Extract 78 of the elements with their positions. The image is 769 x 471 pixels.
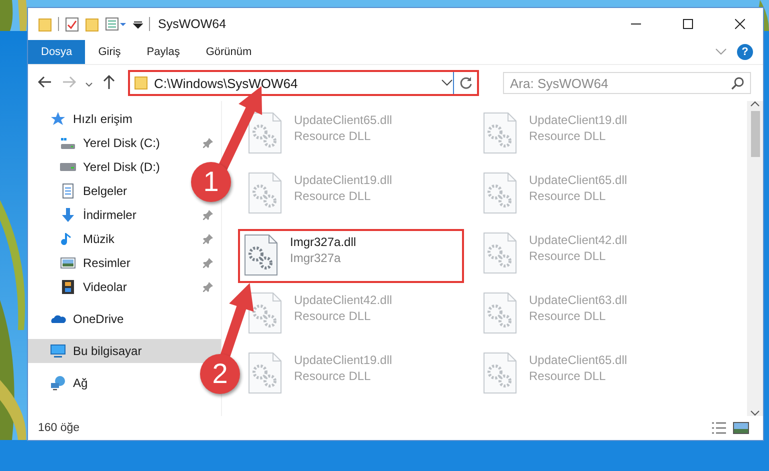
sidebar-item[interactable]: Yerel Disk (C:) — [28, 131, 221, 155]
file-description: Resource DLL — [294, 188, 372, 204]
file-item[interactable]: Imgr327a.dll Imgr327a — [238, 229, 464, 283]
gear-file-icon[interactable] — [248, 172, 282, 214]
dropdown-icon[interactable] — [441, 79, 453, 87]
sidebar-item[interactable]: OneDrive — [28, 307, 132, 331]
sidebar-item[interactable]: Ağ — [28, 371, 96, 395]
ribbon-tab[interactable]: Dosya — [28, 40, 86, 64]
gear-file-icon[interactable] — [483, 352, 517, 394]
computer-icon — [50, 343, 66, 359]
file-name: UpdateClient65.dll — [529, 172, 628, 188]
back-arrow-icon — [37, 74, 53, 90]
gear-file-icon[interactable] — [483, 292, 517, 334]
ribbon-tab[interactable]: Giriş — [85, 40, 134, 64]
pin-icon[interactable] — [203, 258, 213, 268]
file-description: Resource DLL — [529, 368, 607, 384]
ribbon-tab[interactable]: Paylaş — [134, 40, 193, 64]
file-name: UpdateClient19.dll — [529, 112, 628, 128]
star-icon — [50, 111, 66, 127]
file-description: Resource DLL — [529, 128, 607, 144]
chevron-down-icon — [85, 82, 93, 88]
ribbon-tab[interactable]: Görünüm — [192, 40, 265, 64]
help-button[interactable]: ? — [737, 44, 753, 60]
gear-file-icon[interactable] — [483, 232, 517, 274]
gear-file-icon[interactable] — [483, 112, 517, 154]
gear-file-icon[interactable] — [248, 112, 282, 154]
scroll-down-icon[interactable] — [750, 410, 760, 416]
file-name: UpdateClient19.dll — [294, 172, 392, 188]
file-description: Resource DLL — [529, 188, 607, 204]
file-description: Imgr327a — [290, 250, 342, 266]
gear-file-icon[interactable] — [248, 292, 282, 334]
sidebar-item[interactable]: Yerel Disk (D:) — [28, 155, 168, 179]
search-icon[interactable] — [731, 77, 744, 90]
file-name: UpdateClient63.dll — [529, 292, 628, 308]
file-description: Resource DLL — [294, 128, 372, 144]
gear-file-icon[interactable] — [483, 172, 517, 214]
network-icon — [50, 375, 66, 391]
gear-file-icon[interactable] — [248, 352, 282, 394]
expand-ribbon-icon[interactable] — [715, 48, 727, 56]
pin-icon[interactable] — [203, 210, 213, 220]
file-name: UpdateClient42.dll — [294, 292, 392, 308]
refresh-icon — [458, 76, 472, 90]
file-description: Resource DLL — [294, 308, 372, 324]
drive-c-icon — [60, 135, 76, 151]
details-view-icon[interactable] — [711, 422, 727, 434]
forward-arrow-icon — [61, 74, 77, 90]
sidebar-item[interactable]: Videolar — [28, 275, 221, 299]
file-name: UpdateClient65.dll — [529, 352, 628, 368]
folder-icon — [134, 76, 148, 90]
file-name: UpdateClient65.dll — [294, 112, 392, 128]
gear-file-icon[interactable] — [244, 234, 278, 276]
sidebar-item[interactable]: Bu bilgisayar — [28, 339, 221, 363]
search-field[interactable]: Ara: SysWOW64 — [503, 72, 751, 94]
scrollbar[interactable] — [747, 101, 763, 416]
item-count: 160 öğe — [38, 422, 80, 434]
thumbnail-view-icon[interactable] — [733, 422, 749, 434]
file-name: UpdateClient19.dll — [294, 352, 392, 368]
pin-icon[interactable] — [203, 234, 213, 244]
file-name: Imgr327a.dll — [290, 234, 356, 250]
document-icon — [60, 183, 76, 199]
image-icon — [60, 255, 76, 271]
up-arrow-icon — [101, 74, 117, 90]
sidebar-item[interactable]: Hızlı erişim — [28, 107, 140, 131]
sidebar-item[interactable]: İndirmeler — [28, 203, 221, 227]
pin-icon[interactable] — [203, 282, 213, 292]
file-description: Resource DLL — [529, 308, 607, 324]
pin-icon[interactable] — [203, 138, 213, 148]
film-icon — [60, 279, 76, 295]
sidebar-item[interactable]: Resimler — [28, 251, 221, 275]
sidebar-item[interactable]: Belgeler — [28, 179, 136, 203]
file-name: UpdateClient42.dll — [529, 232, 628, 248]
address-field[interactable]: C:\Windows\SysWOW64 — [130, 72, 453, 94]
file-description: Resource DLL — [529, 248, 607, 264]
sidebar-item[interactable]: Müzik — [28, 227, 221, 251]
file-description: Resource DLL — [294, 368, 372, 384]
scroll-up-icon[interactable] — [750, 101, 760, 107]
scrollbar-thumb[interactable] — [750, 111, 760, 157]
download-icon — [60, 207, 76, 223]
